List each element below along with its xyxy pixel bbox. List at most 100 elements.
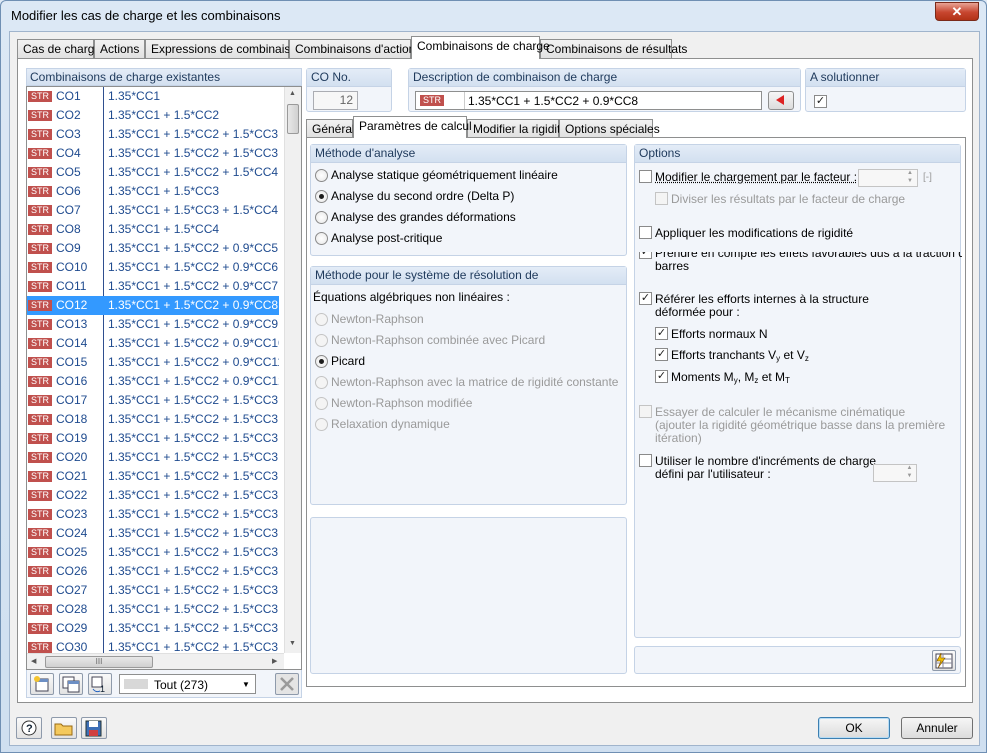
modify-load-checkbox[interactable] [639,170,652,183]
list-item[interactable]: STR CO19 1.35*CC1 + 1.5*CC2 + 1.5*CC3 + 0. [27,429,279,448]
spin-up-icon[interactable]: ▲ [903,170,917,178]
spin-up-icon[interactable]: ▲ [903,465,916,473]
solver-radio-4[interactable] [315,397,328,410]
refer-internal-forces-label-2: déformée pour : [655,305,740,319]
close-button[interactable]: ✕ [935,2,979,21]
solver-radio-5[interactable] [315,418,328,431]
list-item[interactable]: STR CO29 1.35*CC1 + 1.5*CC2 + 1.5*CC3 + 1. [27,619,279,638]
analysis-radio-3[interactable] [315,232,328,245]
renumber-button[interactable]: 1 [88,673,112,695]
solver-radio-1[interactable] [315,334,328,347]
list-item[interactable]: STR CO6 1.35*CC1 + 1.5*CC3 [27,182,279,201]
analysis-radio-1[interactable] [315,190,328,203]
favorable-effects-checkbox[interactable]: ✓ [639,252,652,259]
help-button[interactable]: ? [16,717,42,739]
list-item[interactable]: STR CO24 1.35*CC1 + 1.5*CC2 + 1.5*CC3 + 0. [27,524,279,543]
combination-description: 1.35*CC1 + 1.5*CC2 + 1.5*CC3 + 0. [108,393,279,407]
svg-text:?: ? [26,723,33,735]
shear-forces-checkbox[interactable]: ✓ [655,348,668,361]
scroll-down-icon[interactable]: ▼ [289,640,296,647]
list-item[interactable]: STR CO3 1.35*CC1 + 1.5*CC2 + 1.5*CC3 [27,125,279,144]
list-item[interactable]: STR CO4 1.35*CC1 + 1.5*CC2 + 1.5*CC3 + 1. [27,144,279,163]
list-item[interactable]: STR CO1 1.35*CC1 [27,87,279,106]
list-item[interactable]: STR CO25 1.35*CC1 + 1.5*CC2 + 1.5*CC3 + 1. [27,543,279,562]
list-item[interactable]: STR CO21 1.35*CC1 + 1.5*CC2 + 1.5*CC3 + 0. [27,467,279,486]
list-item[interactable]: STR CO18 1.35*CC1 + 1.5*CC2 + 1.5*CC3 + 0. [27,410,279,429]
tab-4[interactable]: Combinaisons de charge [411,36,550,59]
subtab-2[interactable]: Modifier la rigidité [467,119,567,138]
subtab-3[interactable]: Options spéciales [559,119,660,138]
open-button[interactable] [51,717,77,739]
shear-forces-label: Efforts tranchants Vy et Vz [671,348,809,363]
list-item[interactable]: STR CO7 1.35*CC1 + 1.5*CC3 + 1.5*CC4 [27,201,279,220]
copy-icon [62,676,80,693]
cancel-button[interactable]: Annuler [901,717,973,739]
list-item[interactable]: STR CO28 1.35*CC1 + 1.5*CC2 + 1.5*CC3 + 1. [27,600,279,619]
combination-list[interactable]: STR CO1 1.35*CC1 STR CO2 1.35*CC1 + 1.5*CC2 ST… [26,86,302,670]
tab-3[interactable]: Combinaisons d'actions [289,39,421,59]
list-item[interactable]: STR CO20 1.35*CC1 + 1.5*CC2 + 1.5*CC3 + 0. [27,448,279,467]
scroll-left-icon[interactable]: ◀ [31,657,36,665]
list-item[interactable]: STR CO15 1.35*CC1 + 1.5*CC2 + 0.9*CC11 [27,353,279,372]
list-item[interactable]: STR CO13 1.35*CC1 + 1.5*CC2 + 0.9*CC9 [27,315,279,334]
tab-2[interactable]: Expressions de combinaison [145,39,304,59]
list-item[interactable]: STR CO8 1.35*CC1 + 1.5*CC4 [27,220,279,239]
filter-dropdown[interactable]: Tout (273) ▼ [119,674,256,694]
analysis-radio-2[interactable] [315,211,328,224]
list-item[interactable]: STR CO26 1.35*CC1 + 1.5*CC2 + 1.5*CC3 + 1. [27,562,279,581]
pick-description-button[interactable] [768,91,794,110]
solver-radio-2[interactable] [315,355,328,368]
list-item[interactable]: STR CO10 1.35*CC1 + 1.5*CC2 + 0.9*CC6 [27,258,279,277]
scroll-right-icon[interactable]: ▶ [272,657,277,665]
load-factor-field[interactable]: ▲ ▼ [858,169,918,187]
list-item[interactable]: STR CO5 1.35*CC1 + 1.5*CC2 + 1.5*CC4 [27,163,279,182]
list-item[interactable]: STR CO23 1.35*CC1 + 1.5*CC2 + 1.5*CC3 + 0. [27,505,279,524]
str-badge: STR [28,471,52,482]
list-item[interactable]: STR CO16 1.35*CC1 + 1.5*CC2 + 0.9*CC12 [27,372,279,391]
details-button[interactable] [932,650,956,671]
mechanism-checkbox[interactable] [639,405,652,418]
co-number-field[interactable]: 12 [313,91,358,110]
increments-field[interactable]: ▲ ▼ [873,464,917,482]
subtab-0[interactable]: Général [306,119,355,138]
list-item[interactable]: STR CO22 1.35*CC1 + 1.5*CC2 + 1.5*CC3 + 0. [27,486,279,505]
subtab-1[interactable]: Paramètres de calcul [353,116,472,138]
tab-5[interactable]: Combinaisons de résultats [540,39,687,59]
str-badge: STR [28,319,52,330]
list-item[interactable]: STR CO2 1.35*CC1 + 1.5*CC2 [27,106,279,125]
save-button[interactable] [81,717,107,739]
ok-button[interactable]: OK [818,717,890,739]
analysis-radio-0[interactable] [315,169,328,182]
spin-down-icon[interactable]: ▼ [903,473,916,481]
delete-button[interactable] [275,673,299,695]
divide-results-checkbox[interactable] [655,192,668,205]
copy-combination-button[interactable] [59,673,83,695]
user-increments-checkbox[interactable] [639,454,652,467]
refer-internal-forces-checkbox[interactable]: ✓ [639,292,652,305]
scroll-thumb-h[interactable]: III [45,656,153,668]
normal-forces-checkbox[interactable]: ✓ [655,327,668,340]
scroll-thumb[interactable] [287,104,299,134]
tab-1[interactable]: Actions [94,39,145,59]
list-item[interactable]: STR CO11 1.35*CC1 + 1.5*CC2 + 0.9*CC7 [27,277,279,296]
spin-down-icon[interactable]: ▼ [903,178,917,186]
tab-0[interactable]: Cas de charge [17,39,101,59]
vertical-scrollbar[interactable]: ▲ ▼ [284,87,301,653]
moments-checkbox[interactable]: ✓ [655,370,668,383]
mechanism-label-3: itération) [655,431,702,445]
solver-radio-3[interactable] [315,376,328,389]
solver-radio-0[interactable] [315,313,328,326]
list-item[interactable]: STR CO14 1.35*CC1 + 1.5*CC2 + 0.9*CC10 [27,334,279,353]
list-item[interactable]: STR CO17 1.35*CC1 + 1.5*CC2 + 1.5*CC3 + 0. [27,391,279,410]
solve-checkbox[interactable]: ✓ [814,95,827,108]
scroll-up-icon[interactable]: ▲ [289,90,296,97]
new-combination-button[interactable] [30,673,54,695]
list-item[interactable]: STR CO9 1.35*CC1 + 1.5*CC2 + 0.9*CC5 [27,239,279,258]
description-field[interactable]: STR 1.35*CC1 + 1.5*CC2 + 0.9*CC8 [415,91,762,110]
list-item[interactable]: STR CO12 1.35*CC1 + 1.5*CC2 + 0.9*CC8 [27,296,279,315]
list-item[interactable]: STR CO27 1.35*CC1 + 1.5*CC2 + 1.5*CC3 + 1. [27,581,279,600]
analysis-option-label: Analyse post-critique [331,231,443,245]
combination-name: CO2 [56,108,81,122]
apply-stiffness-checkbox[interactable] [639,226,652,239]
horizontal-scrollbar[interactable]: ◀ III ▶ [27,653,284,669]
